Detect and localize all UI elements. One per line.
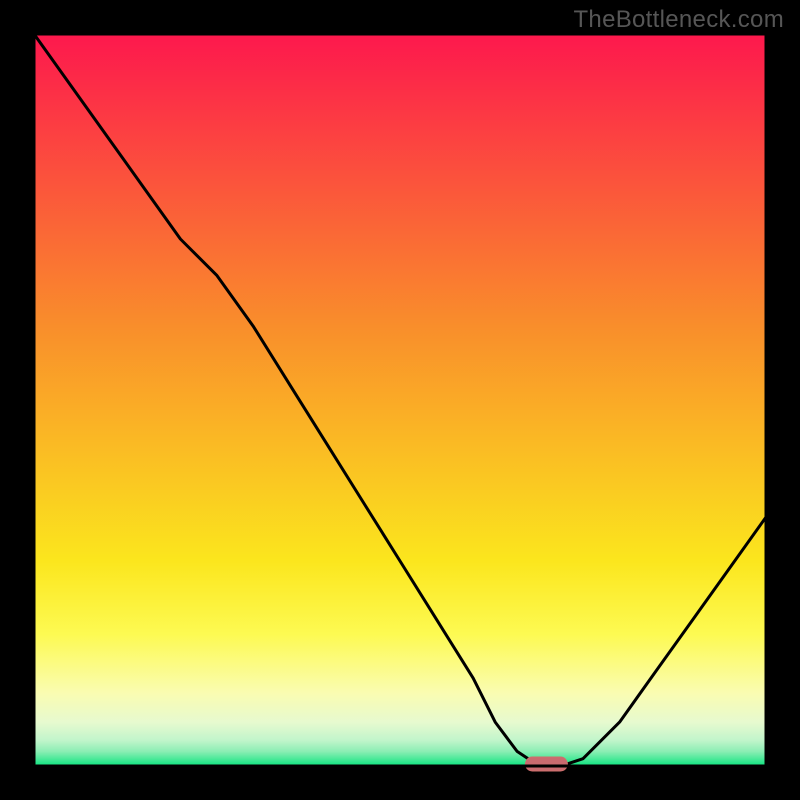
bottleneck-chart xyxy=(0,0,800,800)
chart-frame: TheBottleneck.com xyxy=(0,0,800,800)
plot-background xyxy=(34,34,766,766)
optimum-marker xyxy=(525,757,567,771)
